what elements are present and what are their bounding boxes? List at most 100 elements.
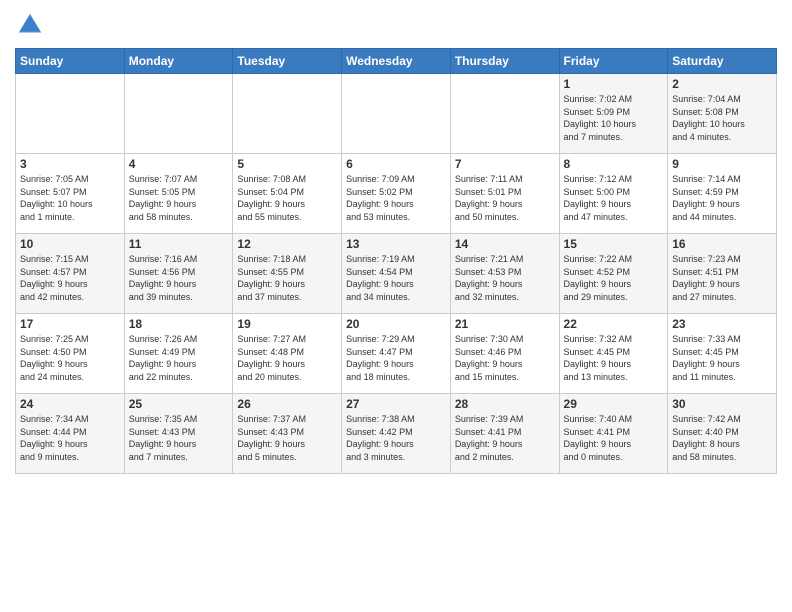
day-info: Sunrise: 7:26 AM Sunset: 4:49 PM Dayligh…	[129, 333, 229, 383]
day-cell: 24 Sunrise: 7:34 AM Sunset: 4:44 PM Dayli…	[16, 394, 125, 474]
day-number: 14	[455, 237, 555, 251]
day-info: Sunrise: 7:21 AM Sunset: 4:53 PM Dayligh…	[455, 253, 555, 303]
day-cell	[450, 74, 559, 154]
day-info: Sunrise: 7:25 AM Sunset: 4:50 PM Dayligh…	[20, 333, 120, 383]
day-info: Sunrise: 7:05 AM Sunset: 5:07 PM Dayligh…	[20, 173, 120, 223]
day-info: Sunrise: 7:34 AM Sunset: 4:44 PM Dayligh…	[20, 413, 120, 463]
day-cell: 18 Sunrise: 7:26 AM Sunset: 4:49 PM Dayli…	[124, 314, 233, 394]
day-info: Sunrise: 7:09 AM Sunset: 5:02 PM Dayligh…	[346, 173, 446, 223]
day-cell: 6 Sunrise: 7:09 AM Sunset: 5:02 PM Daylig…	[342, 154, 451, 234]
week-row-3: 10 Sunrise: 7:15 AM Sunset: 4:57 PM Dayli…	[16, 234, 777, 314]
day-cell: 11 Sunrise: 7:16 AM Sunset: 4:56 PM Dayli…	[124, 234, 233, 314]
col-header-wednesday: Wednesday	[342, 49, 451, 74]
day-info: Sunrise: 7:16 AM Sunset: 4:56 PM Dayligh…	[129, 253, 229, 303]
day-info: Sunrise: 7:35 AM Sunset: 4:43 PM Dayligh…	[129, 413, 229, 463]
day-cell: 16 Sunrise: 7:23 AM Sunset: 4:51 PM Dayli…	[668, 234, 777, 314]
day-info: Sunrise: 7:08 AM Sunset: 5:04 PM Dayligh…	[237, 173, 337, 223]
day-number: 30	[672, 397, 772, 411]
day-number: 16	[672, 237, 772, 251]
header-row: SundayMondayTuesdayWednesdayThursdayFrid…	[16, 49, 777, 74]
day-info: Sunrise: 7:32 AM Sunset: 4:45 PM Dayligh…	[564, 333, 664, 383]
day-number: 28	[455, 397, 555, 411]
day-info: Sunrise: 7:42 AM Sunset: 4:40 PM Dayligh…	[672, 413, 772, 463]
day-number: 9	[672, 157, 772, 171]
col-header-saturday: Saturday	[668, 49, 777, 74]
day-cell: 28 Sunrise: 7:39 AM Sunset: 4:41 PM Dayli…	[450, 394, 559, 474]
day-number: 1	[564, 77, 664, 91]
day-cell: 21 Sunrise: 7:30 AM Sunset: 4:46 PM Dayli…	[450, 314, 559, 394]
week-row-5: 24 Sunrise: 7:34 AM Sunset: 4:44 PM Dayli…	[16, 394, 777, 474]
day-number: 21	[455, 317, 555, 331]
day-cell: 20Sunrise: 7:29 AM Sunset: 4:47 PM Dayli…	[342, 314, 451, 394]
day-cell: 9 Sunrise: 7:14 AM Sunset: 4:59 PM Daylig…	[668, 154, 777, 234]
day-info: Sunrise: 7:37 AM Sunset: 4:43 PM Dayligh…	[237, 413, 337, 463]
day-number: 2	[672, 77, 772, 91]
day-cell: 27 Sunrise: 7:38 AM Sunset: 4:42 PM Dayli…	[342, 394, 451, 474]
col-header-thursday: Thursday	[450, 49, 559, 74]
day-number: 10	[20, 237, 120, 251]
day-number: 8	[564, 157, 664, 171]
day-info: Sunrise: 7:11 AM Sunset: 5:01 PM Dayligh…	[455, 173, 555, 223]
day-number: 7	[455, 157, 555, 171]
day-cell: 3 Sunrise: 7:05 AM Sunset: 5:07 PM Daylig…	[16, 154, 125, 234]
day-number: 12	[237, 237, 337, 251]
col-header-sunday: Sunday	[16, 49, 125, 74]
day-cell: 15 Sunrise: 7:22 AM Sunset: 4:52 PM Dayli…	[559, 234, 668, 314]
day-cell: 29Sunrise: 7:40 AM Sunset: 4:41 PM Dayli…	[559, 394, 668, 474]
day-number: 13	[346, 237, 446, 251]
page: SundayMondayTuesdayWednesdayThursdayFrid…	[0, 0, 792, 612]
day-cell: 19 Sunrise: 7:27 AM Sunset: 4:48 PM Dayli…	[233, 314, 342, 394]
day-cell	[16, 74, 125, 154]
day-cell: 14 Sunrise: 7:21 AM Sunset: 4:53 PM Dayli…	[450, 234, 559, 314]
day-info: Sunrise: 7:39 AM Sunset: 4:41 PM Dayligh…	[455, 413, 555, 463]
day-info: Sunrise: 7:04 AM Sunset: 5:08 PM Dayligh…	[672, 93, 772, 143]
day-info: Sunrise: 7:30 AM Sunset: 4:46 PM Dayligh…	[455, 333, 555, 383]
day-info: Sunrise: 7:38 AM Sunset: 4:42 PM Dayligh…	[346, 413, 446, 463]
day-cell	[233, 74, 342, 154]
day-cell: 22 Sunrise: 7:32 AM Sunset: 4:45 PM Dayli…	[559, 314, 668, 394]
week-row-4: 17 Sunrise: 7:25 AM Sunset: 4:50 PM Dayli…	[16, 314, 777, 394]
day-number: 27	[346, 397, 446, 411]
logo	[15, 10, 49, 40]
day-number: 23	[672, 317, 772, 331]
day-cell: 30 Sunrise: 7:42 AM Sunset: 4:40 PM Dayli…	[668, 394, 777, 474]
day-cell	[342, 74, 451, 154]
day-info: Sunrise: 7:07 AM Sunset: 5:05 PM Dayligh…	[129, 173, 229, 223]
day-info: Sunrise: 7:40 AM Sunset: 4:41 PM Dayligh…	[564, 413, 664, 463]
week-row-1: 1Sunrise: 7:02 AM Sunset: 5:09 PM Daylig…	[16, 74, 777, 154]
day-number: 19	[237, 317, 337, 331]
day-cell: 26Sunrise: 7:37 AM Sunset: 4:43 PM Dayli…	[233, 394, 342, 474]
day-number: 18	[129, 317, 229, 331]
day-cell: 1Sunrise: 7:02 AM Sunset: 5:09 PM Daylig…	[559, 74, 668, 154]
day-number: 22	[564, 317, 664, 331]
col-header-monday: Monday	[124, 49, 233, 74]
col-header-tuesday: Tuesday	[233, 49, 342, 74]
day-info: Sunrise: 7:23 AM Sunset: 4:51 PM Dayligh…	[672, 253, 772, 303]
day-info: Sunrise: 7:33 AM Sunset: 4:45 PM Dayligh…	[672, 333, 772, 383]
day-number: 11	[129, 237, 229, 251]
day-cell: 12Sunrise: 7:18 AM Sunset: 4:55 PM Dayli…	[233, 234, 342, 314]
day-info: Sunrise: 7:22 AM Sunset: 4:52 PM Dayligh…	[564, 253, 664, 303]
day-info: Sunrise: 7:29 AM Sunset: 4:47 PM Dayligh…	[346, 333, 446, 383]
day-cell: 13Sunrise: 7:19 AM Sunset: 4:54 PM Dayli…	[342, 234, 451, 314]
day-cell: 7 Sunrise: 7:11 AM Sunset: 5:01 PM Daylig…	[450, 154, 559, 234]
day-info: Sunrise: 7:14 AM Sunset: 4:59 PM Dayligh…	[672, 173, 772, 223]
col-header-friday: Friday	[559, 49, 668, 74]
day-cell: 17 Sunrise: 7:25 AM Sunset: 4:50 PM Dayli…	[16, 314, 125, 394]
day-info: Sunrise: 7:12 AM Sunset: 5:00 PM Dayligh…	[564, 173, 664, 223]
day-number: 5	[237, 157, 337, 171]
day-cell: 2 Sunrise: 7:04 AM Sunset: 5:08 PM Daylig…	[668, 74, 777, 154]
day-number: 6	[346, 157, 446, 171]
day-number: 17	[20, 317, 120, 331]
day-cell: 5 Sunrise: 7:08 AM Sunset: 5:04 PM Daylig…	[233, 154, 342, 234]
header	[15, 10, 777, 40]
day-number: 3	[20, 157, 120, 171]
day-info: Sunrise: 7:15 AM Sunset: 4:57 PM Dayligh…	[20, 253, 120, 303]
day-info: Sunrise: 7:27 AM Sunset: 4:48 PM Dayligh…	[237, 333, 337, 383]
day-number: 24	[20, 397, 120, 411]
day-number: 15	[564, 237, 664, 251]
day-cell: 10 Sunrise: 7:15 AM Sunset: 4:57 PM Dayli…	[16, 234, 125, 314]
day-number: 4	[129, 157, 229, 171]
day-cell: 25Sunrise: 7:35 AM Sunset: 4:43 PM Dayli…	[124, 394, 233, 474]
day-cell: 23 Sunrise: 7:33 AM Sunset: 4:45 PM Dayli…	[668, 314, 777, 394]
